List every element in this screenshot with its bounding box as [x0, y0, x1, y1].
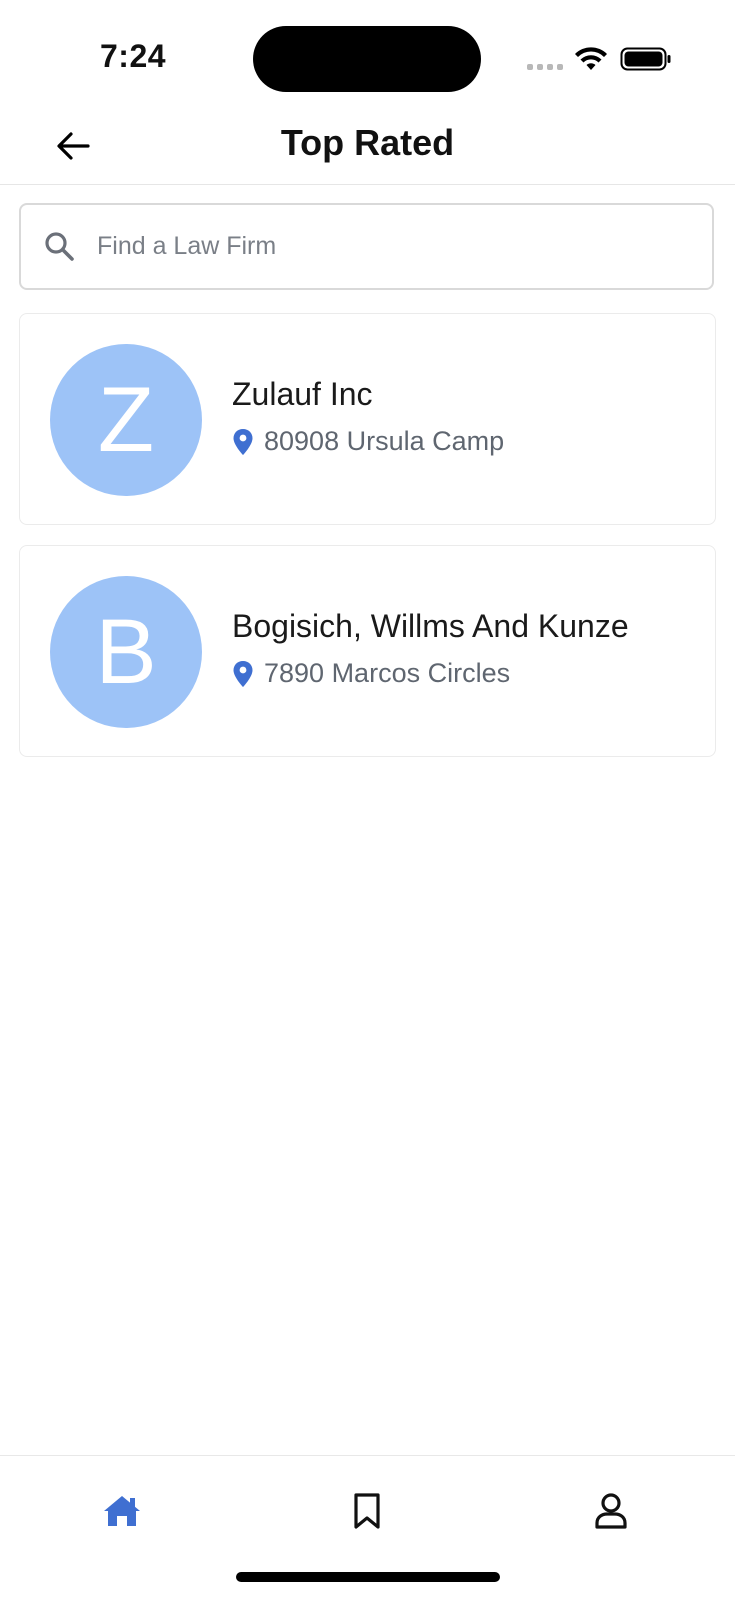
search-icon [45, 231, 74, 261]
dynamic-island [253, 26, 481, 92]
home-indicator [236, 1572, 500, 1582]
location-pin-icon [233, 428, 253, 455]
header: Top Rated [0, 110, 735, 185]
firm-card[interactable]: Z Zulauf Inc 80908 Ursula Camp [19, 313, 716, 525]
bookmark-icon [354, 1493, 380, 1529]
search-input[interactable] [95, 215, 712, 278]
nav-home[interactable] [92, 1486, 152, 1536]
wifi-icon [575, 47, 607, 70]
firm-name: Bogisich, Willms And Kunze [232, 608, 629, 644]
status-bar: 7:24 [0, 0, 735, 110]
cellular-signal-icon [527, 64, 563, 70]
page-title: Top Rated [280, 122, 455, 163]
avatar: B [50, 576, 202, 728]
home-icon [104, 1496, 140, 1526]
nav-bookmarks[interactable] [337, 1486, 397, 1536]
search-box[interactable] [19, 203, 714, 290]
location-pin-icon [233, 660, 253, 687]
firm-address-text: 7890 Marcos Circles [264, 658, 511, 688]
nav-profile[interactable] [581, 1486, 641, 1536]
firm-card[interactable]: B Bogisich, Willms And Kunze 7890 Marcos… [19, 545, 716, 757]
profile-icon [595, 1493, 627, 1529]
battery-icon [620, 47, 671, 71]
screen: 7:24 Top Rated Z [0, 0, 735, 1600]
firm-name: Zulauf Inc [232, 376, 373, 412]
avatar: Z [50, 344, 202, 496]
firm-address: 80908 Ursula Camp [232, 426, 504, 457]
status-time: 7:24 [100, 38, 167, 74]
firm-address: 7890 Marcos Circles [232, 658, 510, 689]
firm-address-text: 80908 Ursula Camp [264, 426, 505, 456]
